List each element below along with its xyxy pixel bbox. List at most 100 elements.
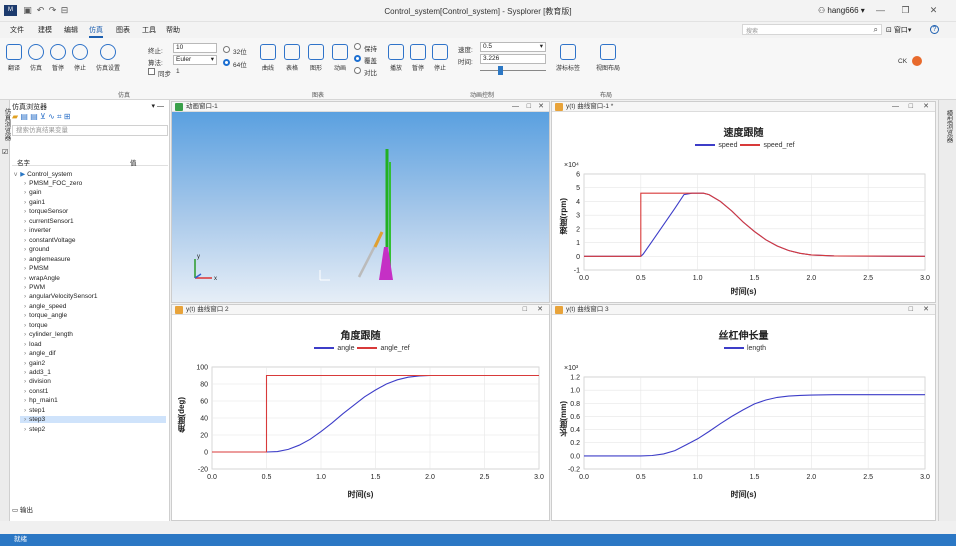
sync-checkbox[interactable]	[148, 68, 155, 75]
tree-root[interactable]: v ▶ Control_system	[14, 170, 72, 178]
left-dock-tab[interactable]: 仿真浏览器 ☑	[0, 100, 10, 521]
browser-controls-icon[interactable]: ▾ —	[152, 102, 164, 110]
tree-item[interactable]: › angularVelocitySensor1	[24, 293, 97, 300]
tree-item[interactable]: › step3	[20, 416, 166, 424]
tree-item[interactable]: › PWM	[24, 284, 45, 291]
stop-time-input[interactable]: 10	[173, 43, 217, 53]
bit32-radio[interactable]	[223, 46, 230, 53]
help-icon[interactable]: ?	[930, 25, 939, 34]
tree-item[interactable]: › load	[24, 341, 41, 348]
tree-item[interactable]: › angle_dif	[24, 350, 56, 357]
tree-item[interactable]: › cylinder_length	[24, 331, 73, 338]
animation-button[interactable]: 动画	[332, 44, 348, 72]
addon-icon[interactable]	[912, 56, 922, 66]
add-curve-icon[interactable]: ⌗	[57, 112, 62, 121]
browser-search-input[interactable]: 搜索仿真结果变量	[12, 125, 168, 136]
bit64-radio[interactable]	[223, 59, 230, 66]
menu-tools[interactable]: 工具	[142, 25, 156, 35]
ck-label[interactable]: CK	[898, 58, 907, 65]
tree-item[interactable]: › wrapAngle	[24, 275, 60, 282]
chart-3-plot[interactable]: -0.20.00.20.40.60.81.01.20.0 0.5 1.0 1.5 2.0…	[552, 305, 937, 522]
tree-item[interactable]: › hp_main1	[24, 397, 58, 404]
view-layout-button[interactable]: 视图布局	[596, 44, 620, 72]
menu-chart[interactable]: 图表	[116, 25, 130, 35]
menu-edit[interactable]: 编辑	[64, 25, 78, 35]
view-layout-label: 视图布局	[596, 66, 621, 72]
user-account[interactable]: ⚇ hang666 ▾	[818, 6, 865, 15]
tree-item[interactable]: › angle_speed	[24, 303, 66, 310]
sim-settings-button[interactable]: 仿真设置	[96, 44, 120, 72]
tree-item[interactable]: › inverter	[24, 227, 51, 234]
keep-radio[interactable]	[354, 43, 361, 50]
time-slider-handle[interactable]	[498, 66, 503, 75]
simulate-button[interactable]: 仿真	[28, 44, 44, 72]
animation-minimize-button[interactable]: —	[512, 102, 519, 112]
close-button[interactable]: ✕	[928, 5, 939, 16]
tree-item[interactable]: › add3_1	[24, 369, 51, 376]
column-value[interactable]: 值	[130, 157, 137, 167]
table-button[interactable]: 表格	[284, 44, 300, 72]
stop-sim-button[interactable]: 停止	[72, 44, 88, 72]
animation-maximize-button[interactable]: □	[527, 102, 531, 112]
chart-1-plot[interactable]: -1 0 1 2 3 4 5 6 0.0 0.5 1.0 1.5 2.0 2.5 3.0	[552, 102, 937, 304]
chart-2-plot[interactable]: -20 0 20 40 60 80 100 0.0 0.5 1.0 1.5 2.0 2.5 3.0	[172, 305, 551, 522]
left-dock-tab2-icon[interactable]: ☑	[2, 148, 8, 156]
open-folder-icon[interactable]: ▰	[12, 112, 18, 121]
tree-item[interactable]: › gain1	[24, 199, 45, 206]
algorithm-select[interactable]: Euler ▾	[173, 55, 217, 65]
minimize-button[interactable]: —	[875, 5, 886, 16]
browser-title-bar: 仿真浏览器 ▾ —	[12, 102, 168, 112]
pause-sim-button[interactable]: 暂停	[50, 44, 66, 72]
chevron-right-icon: ›	[24, 236, 27, 244]
compare-icon[interactable]: ⊻	[40, 112, 46, 121]
output-tab[interactable]: ▭ 输出	[12, 504, 33, 514]
tree-item[interactable]: › division	[24, 378, 51, 385]
window-menu[interactable]: ⊡ 窗口▾	[886, 25, 911, 35]
tree-item[interactable]: › constantVoltage	[24, 237, 75, 244]
plot-icon[interactable]: ∿	[48, 112, 55, 121]
tree-item[interactable]: › currentSensor1	[24, 218, 74, 225]
x-tick-label: 0.0	[579, 275, 589, 282]
chevron-right-icon: ›	[24, 312, 27, 320]
tree-item[interactable]: › torqueSensor	[24, 208, 68, 215]
curve-button[interactable]: 曲线	[260, 44, 276, 72]
tree-item[interactable]: › torque	[24, 322, 48, 329]
export-icon[interactable]: ▤	[30, 112, 38, 121]
translate-button[interactable]: 翻译	[6, 44, 22, 72]
column-name[interactable]: 名字	[17, 157, 30, 167]
menu-model[interactable]: 建模	[38, 25, 52, 35]
animation-close-button[interactable]: ✕	[538, 102, 544, 112]
maximize-button[interactable]: ❐	[900, 5, 911, 16]
tree-item[interactable]: › step2	[24, 426, 45, 433]
y-tick-label: 0	[576, 254, 580, 261]
cursor-label-button[interactable]: 游标标签	[556, 44, 580, 72]
chevron-right-icon: ›	[24, 217, 27, 225]
time-input[interactable]: 3.226	[480, 54, 546, 64]
3d-viewport[interactable]: y x	[172, 112, 549, 302]
tree-item[interactable]: › anglemeasure	[24, 256, 70, 263]
right-dock-tab[interactable]: 模型浏览器	[938, 100, 956, 521]
time-slider-track[interactable]	[480, 70, 546, 71]
save-results-icon[interactable]: ▤	[20, 112, 28, 121]
tree-item[interactable]: › step1	[24, 407, 45, 414]
stop-anim-button[interactable]: 停止	[432, 44, 448, 72]
filter-icon[interactable]: ⊞	[64, 112, 71, 121]
tree-item[interactable]: › PMSM	[24, 265, 49, 272]
graphic-button[interactable]: 图形	[308, 44, 324, 72]
search-box[interactable]: 搜索 ⌕	[742, 24, 882, 35]
tree-item[interactable]: › ground	[24, 246, 49, 253]
menu-help[interactable]: 帮助	[166, 25, 180, 35]
compare-radio[interactable]	[354, 67, 361, 74]
overwrite-radio[interactable]	[354, 55, 361, 62]
tree-item[interactable]: › gain	[24, 189, 41, 196]
tree-item[interactable]: › gain2	[24, 360, 45, 367]
speed-select[interactable]: 0.5 ▾	[480, 42, 546, 52]
tree-item[interactable]: › torque_angle	[24, 312, 67, 319]
tree-item[interactable]: › const1	[24, 388, 48, 395]
pause-anim-button[interactable]: 暂停	[410, 44, 426, 72]
arm-joint	[373, 231, 384, 248]
menu-file[interactable]: 文件	[10, 25, 24, 35]
play-anim-button[interactable]: 播放	[388, 44, 404, 72]
tree-item[interactable]: › PMSM_FOC_zero	[24, 180, 82, 187]
menu-simulation[interactable]: 仿真	[89, 25, 103, 38]
